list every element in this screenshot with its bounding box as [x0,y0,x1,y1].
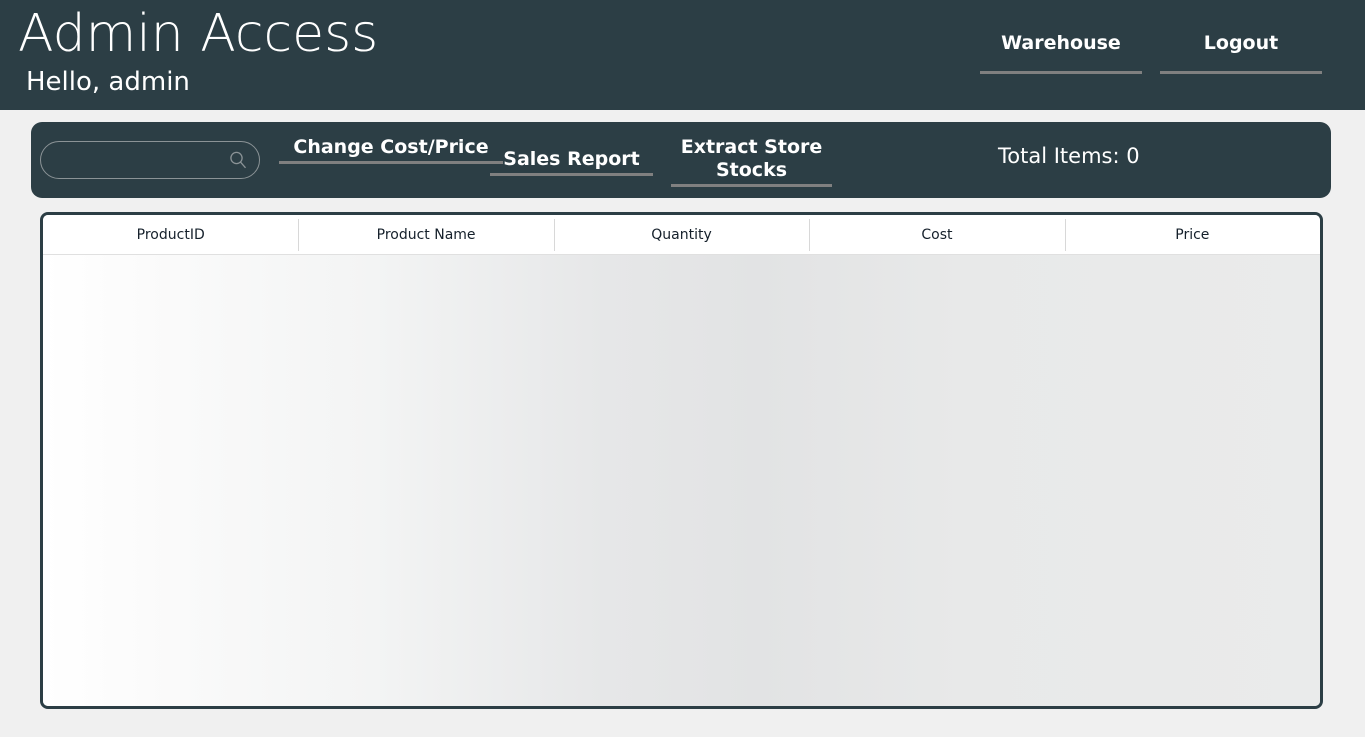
nav-link-logout[interactable]: Logout [1160,28,1322,74]
page-title: Admin Access [18,4,379,64]
column-header-productid[interactable]: ProductID [43,215,298,254]
toolbar: Change Cost/Price Sales Report Extract S… [31,122,1331,198]
sales-report-button[interactable]: Sales Report [490,148,653,176]
extract-store-stocks-button[interactable]: Extract Store Stocks [671,136,832,187]
products-table: ProductID Product Name Quantity Cost Pri… [40,212,1323,709]
app-header: Admin Access Hello, admin Warehouse Logo… [0,0,1365,110]
column-header-product-name[interactable]: Product Name [298,215,553,254]
greeting-text: Hello, admin [26,67,190,97]
table-body-empty [43,255,1320,706]
column-header-price[interactable]: Price [1064,215,1320,254]
search-field-wrapper [40,141,260,179]
search-input[interactable] [40,141,260,179]
column-header-cost[interactable]: Cost [809,215,1064,254]
change-cost-price-button[interactable]: Change Cost/Price [279,136,503,164]
table-header-row: ProductID Product Name Quantity Cost Pri… [43,215,1320,255]
nav-link-warehouse[interactable]: Warehouse [980,28,1142,74]
total-items-label: Total Items: 0 [998,144,1140,168]
column-header-quantity[interactable]: Quantity [553,215,809,254]
